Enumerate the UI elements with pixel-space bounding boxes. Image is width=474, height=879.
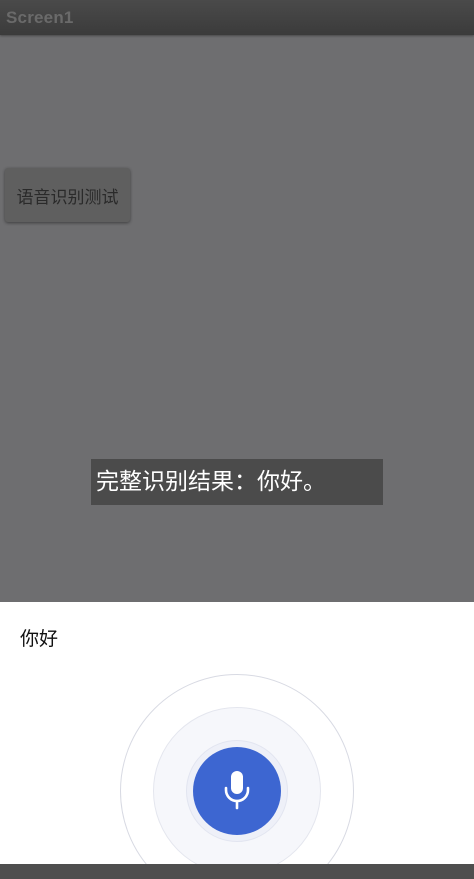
microphone-icon: [224, 771, 250, 810]
partial-recognition-text: 你好: [20, 628, 59, 650]
speech-test-button[interactable]: 语音识别测试: [5, 168, 130, 222]
title-bar: Screen1: [0, 0, 474, 35]
recognition-result-label: 完整识别结果：你好。: [91, 459, 383, 505]
app-screen: Screen1 语音识别测试 完整识别结果：你好。 你好: [0, 0, 474, 879]
voice-input-dialog: 你好: [0, 602, 474, 879]
screen-title: Screen1: [6, 8, 74, 27]
system-nav-bar: [0, 864, 474, 879]
mic-button[interactable]: [193, 747, 281, 835]
